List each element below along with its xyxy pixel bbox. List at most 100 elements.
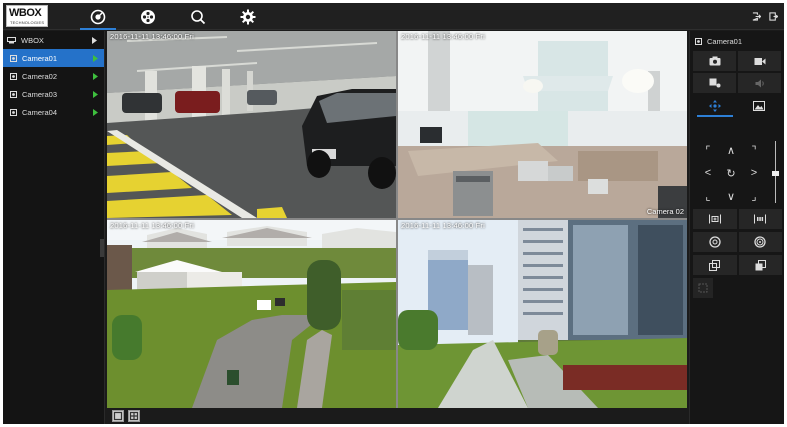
ptz-down-right-button[interactable]: ⌟: [743, 185, 765, 207]
sidebar-camera-item[interactable]: Camera01: [3, 49, 104, 67]
ptz-down-button[interactable]: ∨: [720, 185, 742, 207]
camera-icon: [10, 108, 17, 116]
play-icon[interactable]: [93, 90, 98, 98]
ptz-up-left-button[interactable]: ⌜: [697, 139, 719, 161]
nav-playback[interactable]: [123, 3, 173, 30]
sidebar-camera-item[interactable]: Camera04: [3, 103, 104, 121]
talk-icon: [709, 78, 720, 88]
preset-icon: [698, 283, 708, 293]
zoom-out-icon: [754, 214, 767, 224]
nav-search[interactable]: [173, 3, 223, 30]
device-tree-sidebar: WBOX Camera01 Camera02 Camera03 Camera04: [3, 31, 105, 424]
slider-knob[interactable]: [772, 171, 779, 176]
logo-subtext: TECHNOLOGIES: [10, 20, 45, 25]
tile-timestamp: 2016-11-11 13:46:00 Fri: [401, 32, 485, 41]
dvr-device-icon: [7, 36, 16, 43]
ptz-control-panel: Camera01 ⌜ ∧ ⌝ < ↻ > ⌞ ∨ ⌟: [689, 31, 784, 424]
camera-item-label: Camera01: [22, 53, 58, 63]
tree-root-label: WBOX: [21, 35, 44, 45]
sidebar-camera-item[interactable]: Camera02: [3, 67, 104, 85]
single-view-button[interactable]: [112, 410, 124, 422]
expand-arrow-icon[interactable]: [92, 36, 97, 44]
quad-layout-icon: [129, 411, 139, 421]
film-reel-icon: [141, 9, 155, 24]
image-icon: [753, 101, 765, 111]
quad-view-button[interactable]: [128, 410, 140, 422]
top-bar: WBOX TECHNOLOGIES: [3, 3, 784, 30]
ptz-down-left-button[interactable]: ⌞: [697, 185, 719, 207]
single-layout-icon: [113, 411, 123, 421]
ptz-right-button[interactable]: >: [743, 162, 765, 184]
record-icon: [754, 57, 765, 65]
live-view-icon: [90, 9, 106, 24]
video-tile-4[interactable]: 2016-11-11 13:46:00 Fri: [398, 220, 687, 408]
focus-far-icon: [754, 236, 766, 248]
zoom-in-icon: [708, 214, 721, 224]
ptz-speed-slider[interactable]: [772, 141, 779, 203]
camera-icon: [695, 37, 702, 45]
camera-item-label: Camera04: [22, 107, 58, 117]
camera-icon: [10, 90, 17, 98]
top-right-actions: [752, 3, 778, 30]
ptz-left-button[interactable]: <: [697, 162, 719, 184]
logo-text: WBOX: [9, 7, 42, 19]
camera-icon: [10, 54, 17, 62]
focus-near-button[interactable]: [693, 232, 737, 252]
focus-far-button[interactable]: [738, 232, 782, 252]
video-tile-1[interactable]: 2016-11-11 13:46:00 Fri: [107, 31, 396, 218]
preset-button[interactable]: [693, 278, 713, 298]
video-grid: 2016-11-11 13:46:00 Fri 2016-11-11 13:46…: [107, 31, 687, 408]
play-icon[interactable]: [93, 108, 98, 116]
ptz-lens-controls: [690, 209, 784, 298]
record-button[interactable]: [738, 51, 781, 71]
zoom-row: [690, 209, 784, 229]
focus-row: [690, 232, 784, 252]
parking-garage-feed: [107, 31, 396, 218]
search-icon: [191, 9, 206, 24]
sidebar-collapse-handle[interactable]: [100, 239, 104, 257]
iris-open-icon: [709, 259, 721, 271]
nav-settings[interactable]: [223, 3, 273, 30]
speaker-button[interactable]: [738, 73, 781, 93]
panel-header: Camera01: [690, 31, 784, 51]
zoom-in-button[interactable]: [693, 209, 737, 229]
camera-item-label: Camera02: [22, 71, 58, 81]
tab-ptz[interactable]: [693, 95, 737, 117]
logout-icon[interactable]: [752, 12, 761, 21]
play-icon[interactable]: [93, 54, 98, 62]
play-icon[interactable]: [93, 72, 98, 80]
iris-open-button[interactable]: [693, 255, 737, 275]
focus-near-icon: [709, 236, 721, 248]
office-feed: [398, 31, 687, 218]
gear-icon: [240, 9, 256, 24]
ptz-move-icon: [709, 100, 721, 112]
nav-live-view[interactable]: [73, 3, 123, 30]
tile-timestamp: 2016-11-11 13:46:00 Fri: [110, 32, 194, 41]
tile-timestamp: 2016-11-11 13:46:00 Fri: [110, 221, 194, 230]
tree-root-device[interactable]: WBOX: [3, 31, 104, 49]
camera-icon: [10, 72, 17, 80]
zoom-out-button[interactable]: [738, 209, 782, 229]
video-tile-2[interactable]: 2016-11-11 13:46:00 Fri Camera 02: [398, 31, 687, 218]
camera-item-label: Camera03: [22, 89, 58, 99]
dvr-live-view-app: WBOX TECHNOLOGIES WBOX Camera01 Camera02…: [3, 3, 784, 424]
snapshot-button[interactable]: [693, 51, 736, 71]
snapshot-icon: [709, 56, 720, 66]
iris-close-button[interactable]: [738, 255, 782, 275]
tab-image[interactable]: [737, 95, 781, 117]
suburb-feed: [107, 220, 396, 408]
exit-icon[interactable]: [769, 12, 778, 21]
campus-feed: [398, 220, 687, 408]
panel-tabs: [693, 95, 781, 117]
layout-toolbar: [107, 409, 687, 424]
ptz-direction-pad: ⌜ ∧ ⌝ < ↻ > ⌞ ∨ ⌟: [697, 139, 765, 207]
video-tile-3[interactable]: 2016-11-11 13:46:00 Fri: [107, 220, 396, 408]
speaker-icon: [755, 79, 764, 87]
ptz-up-button[interactable]: ∧: [720, 139, 742, 161]
ptz-up-right-button[interactable]: ⌝: [743, 139, 765, 161]
brand-logo: WBOX TECHNOLOGIES: [6, 5, 48, 27]
ptz-auto-rotate-button[interactable]: ↻: [720, 162, 742, 184]
talk-button[interactable]: [693, 73, 736, 93]
panel-action-row: [690, 51, 784, 71]
sidebar-camera-item[interactable]: Camera03: [3, 85, 104, 103]
